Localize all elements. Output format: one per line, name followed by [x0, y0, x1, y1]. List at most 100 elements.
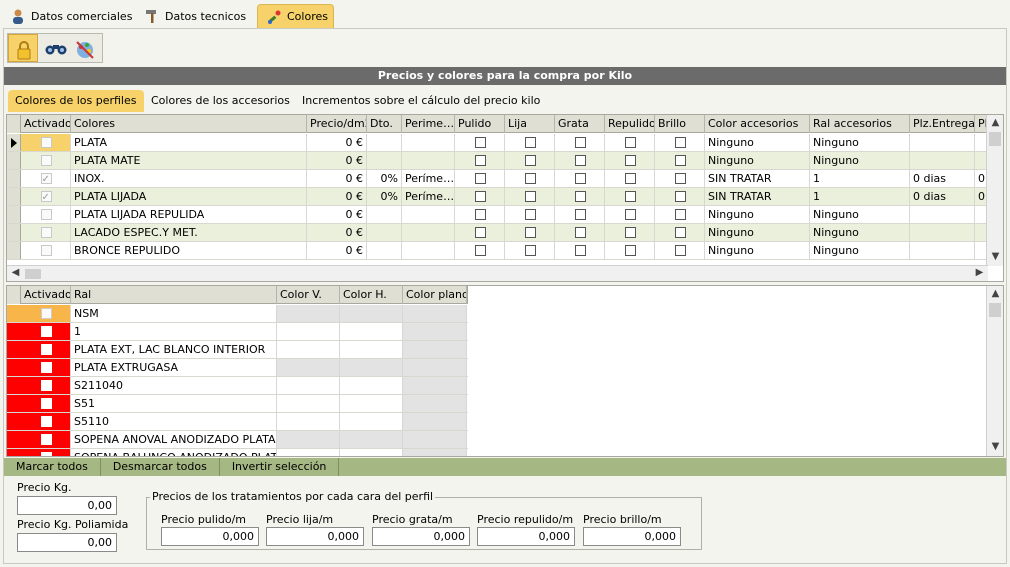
row-selector[interactable]: [7, 242, 21, 259]
vertical-scrollbar[interactable]: ▲ ▼: [986, 115, 1003, 266]
table-row[interactable]: S5110: [7, 413, 468, 431]
table-cell[interactable]: [505, 242, 555, 259]
table-cell[interactable]: [655, 152, 705, 169]
table-cell[interactable]: [367, 206, 402, 223]
treatment-price-input[interactable]: 0,000: [266, 527, 364, 546]
table-cell[interactable]: PLATA: [71, 134, 307, 151]
column-header[interactable]: Brillo: [655, 115, 705, 133]
treatment-checkbox[interactable]: [524, 173, 536, 184]
row-selector[interactable]: [7, 170, 21, 187]
table-row[interactable]: PLATA 0 € Ninguno Ninguno: [7, 134, 988, 152]
table-cell[interactable]: [367, 242, 402, 259]
table-cell[interactable]: [505, 170, 555, 187]
table-cell[interactable]: Perímе…: [402, 170, 455, 187]
table-cell[interactable]: [555, 206, 605, 223]
deselect-all-button[interactable]: Desmarcar todos: [101, 458, 220, 476]
column-header[interactable]: Precio/dm2: [307, 115, 367, 133]
table-cell[interactable]: 0%: [367, 188, 402, 205]
table-row[interactable]: S211040: [7, 377, 468, 395]
treatment-checkbox[interactable]: [624, 227, 636, 238]
table-cell[interactable]: [605, 134, 655, 151]
table-cell[interactable]: PLATA EXTRUGASA: [71, 359, 277, 376]
row-selector[interactable]: [7, 152, 21, 169]
subtab-incrementos[interactable]: Incrementos sobre el cálculo del precio …: [295, 90, 547, 112]
activado-checkbox[interactable]: [40, 416, 52, 427]
table-cell[interactable]: [340, 377, 403, 394]
column-header[interactable]: Color V.: [277, 286, 340, 304]
treatment-checkbox[interactable]: [624, 245, 636, 256]
palette-button[interactable]: [68, 34, 98, 62]
table-cell[interactable]: [655, 242, 705, 259]
activado-checkbox[interactable]: [40, 227, 52, 238]
table-cell[interactable]: [21, 413, 71, 430]
table-cell[interactable]: [403, 359, 467, 376]
table-cell[interactable]: [505, 224, 555, 241]
table-cell[interactable]: [367, 152, 402, 169]
treatment-checkbox[interactable]: [624, 137, 636, 148]
table-cell[interactable]: 0%: [367, 170, 402, 187]
activado-checkbox[interactable]: [40, 209, 52, 220]
table-cell[interactable]: [367, 134, 402, 151]
table-cell[interactable]: PLATA LIJADA: [71, 188, 307, 205]
table-cell[interactable]: [655, 170, 705, 187]
activado-checkbox[interactable]: [40, 308, 52, 319]
table-cell[interactable]: [555, 134, 605, 151]
table-cell[interactable]: 0 €: [307, 152, 367, 169]
treatment-price-input[interactable]: 0,000: [583, 527, 681, 546]
treatment-checkbox[interactable]: [574, 191, 586, 202]
treatment-checkbox[interactable]: [674, 209, 686, 220]
search-button[interactable]: [38, 34, 68, 62]
table-cell[interactable]: [277, 323, 340, 340]
column-header[interactable]: Perime…: [402, 115, 455, 133]
invert-selection-button[interactable]: Invertir selección: [220, 458, 340, 476]
table-cell[interactable]: [277, 377, 340, 394]
row-selector[interactable]: [7, 206, 21, 223]
table-cell[interactable]: [340, 323, 403, 340]
table-cell[interactable]: BRONCE REPULIDO: [71, 242, 307, 259]
table-row[interactable]: PLATA MATE 0 € Ninguno Ninguno: [7, 152, 988, 170]
table-cell[interactable]: [605, 152, 655, 169]
activado-checkbox[interactable]: [40, 171, 52, 187]
table-cell[interactable]: [277, 359, 340, 376]
column-header[interactable]: Colores: [71, 115, 307, 133]
table-cell[interactable]: [455, 242, 505, 259]
treatment-price-input[interactable]: 0,000: [372, 527, 470, 546]
table-cell[interactable]: [21, 449, 71, 456]
activado-checkbox[interactable]: [40, 155, 52, 166]
table-cell[interactable]: 1: [71, 323, 277, 340]
table-row[interactable]: 1: [7, 323, 468, 341]
table-cell[interactable]: [403, 323, 467, 340]
table-cell[interactable]: PLATA LIJADA REPULIDA: [71, 206, 307, 223]
treatment-checkbox[interactable]: [674, 155, 686, 166]
table-cell[interactable]: [21, 134, 71, 151]
table-cell[interactable]: [455, 134, 505, 151]
table-row[interactable]: PLATA EXT, LAC BLANCO INTERIOR: [7, 341, 468, 359]
treatment-checkbox[interactable]: [674, 173, 686, 184]
horizontal-scrollbar[interactable]: ◀ ▶: [7, 265, 988, 281]
treatment-checkbox[interactable]: [574, 155, 586, 166]
table-cell[interactable]: [21, 431, 71, 448]
scroll-up-icon[interactable]: ▲: [987, 288, 1003, 299]
table-cell[interactable]: [21, 242, 71, 259]
table-cell[interactable]: [605, 224, 655, 241]
table-cell[interactable]: NSM: [71, 305, 277, 322]
activado-checkbox[interactable]: [40, 452, 52, 456]
column-header[interactable]: Color H.: [340, 286, 403, 304]
activado-checkbox[interactable]: [40, 326, 52, 337]
table-cell[interactable]: [277, 341, 340, 358]
table-cell[interactable]: [605, 206, 655, 223]
table-cell[interactable]: [555, 224, 605, 241]
table-cell[interactable]: [655, 206, 705, 223]
table-cell[interactable]: [455, 188, 505, 205]
treatment-checkbox[interactable]: [674, 137, 686, 148]
column-header[interactable]: Activado: [21, 286, 71, 304]
table-cell[interactable]: [555, 170, 605, 187]
row-selector[interactable]: [7, 431, 21, 448]
table-cell[interactable]: 0 €: [307, 170, 367, 187]
column-header[interactable]: Color plano: [403, 286, 467, 304]
table-cell[interactable]: Perímе…: [402, 188, 455, 205]
treatment-checkbox[interactable]: [474, 137, 486, 148]
column-header[interactable]: Dto.: [367, 115, 402, 133]
column-header[interactable]: Ral: [71, 286, 277, 304]
column-header[interactable]: Activado: [21, 115, 71, 133]
